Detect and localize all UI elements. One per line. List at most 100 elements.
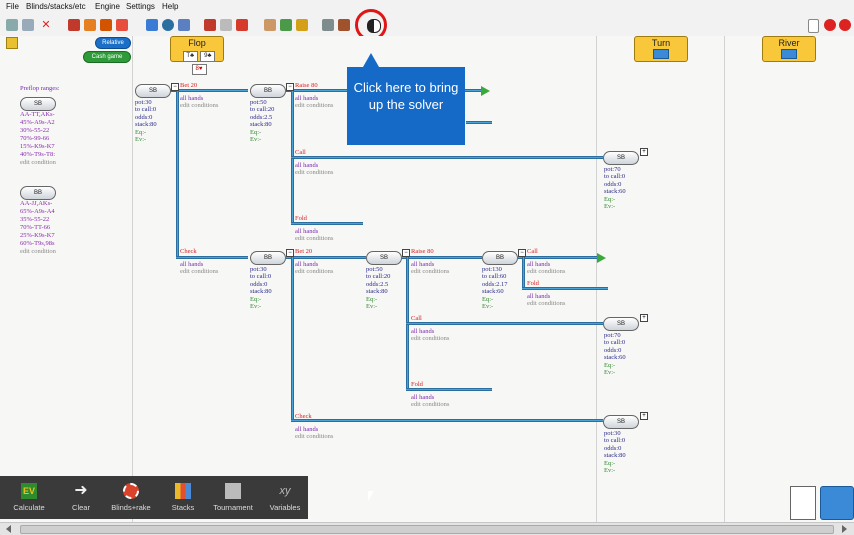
action-check[interactable]: Check: [180, 248, 197, 255]
edit-conditions-link[interactable]: edit conditions: [295, 235, 333, 242]
undo-icon[interactable]: [6, 19, 18, 31]
bb-edit-condition[interactable]: edit condition: [20, 248, 56, 256]
delete-icon[interactable]: ✕: [40, 19, 52, 31]
action-call[interactable]: Call: [411, 315, 422, 322]
edit-conditions-link[interactable]: edit conditions: [295, 169, 333, 176]
node-bb[interactable]: BB: [250, 251, 286, 265]
expand-toggle[interactable]: +: [640, 314, 648, 322]
edit-conditions-link[interactable]: edit conditions: [180, 268, 218, 275]
action-raise[interactable]: Raise 80: [411, 248, 434, 255]
node-bb[interactable]: BB: [482, 251, 518, 265]
grid-icon[interactable]: [280, 19, 292, 31]
scroll-thumb[interactable]: [20, 525, 834, 534]
solve-icon[interactable]: [84, 19, 96, 31]
node-sb[interactable]: SB: [603, 151, 639, 165]
action-bet[interactable]: Bet 20: [180, 82, 197, 89]
edit-conditions-link[interactable]: edit conditions: [411, 335, 449, 342]
action-fold[interactable]: Fold: [411, 381, 423, 388]
node-sb[interactable]: SB: [603, 317, 639, 331]
collapse-toggle[interactable]: −: [286, 83, 294, 91]
close-icon[interactable]: [839, 19, 851, 31]
node-sb[interactable]: SB: [366, 251, 402, 265]
collapse-toggle[interactable]: −: [518, 249, 526, 257]
stack-icon[interactable]: [100, 19, 112, 31]
preflop-sb-node[interactable]: SB: [20, 97, 56, 111]
blinds-rake-button[interactable]: Blinds+rake: [106, 476, 156, 519]
flop-card[interactable]: 9♣: [200, 51, 216, 62]
action-call[interactable]: Call: [295, 149, 306, 156]
scroll-left-icon[interactable]: [6, 525, 11, 533]
node-sb[interactable]: SB: [603, 415, 639, 429]
edit-conditions-link[interactable]: edit conditions: [527, 268, 565, 275]
action-fold[interactable]: Fold: [295, 215, 307, 222]
export-icon[interactable]: [116, 19, 128, 31]
arrow-left-icon[interactable]: [204, 19, 216, 31]
cash-game-button[interactable]: Cash game: [83, 51, 131, 63]
menu-blinds[interactable]: Blinds/stacks/etc: [26, 2, 86, 11]
action-bet[interactable]: Bet 20: [295, 248, 312, 255]
horizontal-scrollbar[interactable]: [0, 522, 854, 535]
stop-icon[interactable]: [824, 19, 836, 31]
copy-icon[interactable]: [322, 19, 334, 31]
turn-card-slot[interactable]: [653, 49, 669, 59]
arrow-icon[interactable]: [481, 86, 490, 96]
node-sb[interactable]: SB: [135, 84, 171, 98]
tool-icon[interactable]: [178, 19, 190, 31]
expand-toggle[interactable]: +: [640, 412, 648, 420]
arrow-right-icon[interactable]: [220, 19, 232, 31]
variables-button[interactable]: xy Variables: [260, 476, 310, 519]
menu-engine[interactable]: Engine: [95, 2, 120, 11]
menu-settings[interactable]: Settings: [126, 2, 155, 11]
action-raise[interactable]: Raise 80: [295, 82, 318, 89]
range-icon[interactable]: [264, 19, 276, 31]
edit-conditions-link[interactable]: edit conditions: [411, 268, 449, 275]
bottom-action-bar: EV Calculate ➜ Clear Blinds+rake Stacks …: [0, 476, 308, 519]
calculate-button[interactable]: EV Calculate: [4, 476, 54, 519]
calculate-label: Calculate: [13, 503, 45, 512]
flop-cards[interactable]: T♣ 9♣ 8♥: [175, 49, 223, 75]
menu-help[interactable]: Help: [162, 2, 178, 11]
tournament-button[interactable]: Tournament: [208, 476, 258, 519]
edit-conditions-link[interactable]: edit conditions: [527, 300, 565, 307]
notes-page-icon[interactable]: [790, 486, 816, 520]
chart-icon[interactable]: [146, 19, 158, 31]
import-icon[interactable]: [296, 19, 308, 31]
note-icon[interactable]: [6, 37, 18, 49]
collapse-toggle[interactable]: −: [171, 83, 179, 91]
flop-header[interactable]: Flop T♣ 9♣ 8♥: [170, 36, 224, 75]
edit-conditions-link[interactable]: edit conditions: [180, 102, 218, 109]
relative-button[interactable]: Relative: [95, 37, 131, 49]
action-check[interactable]: Check: [295, 413, 312, 420]
flop-card[interactable]: T♣: [182, 51, 198, 62]
preflop-bb-node[interactable]: BB: [20, 186, 56, 200]
edit-conditions-link[interactable]: edit conditions: [295, 433, 333, 440]
paste-icon[interactable]: [338, 19, 350, 31]
arrow-icon[interactable]: [597, 253, 606, 263]
collapse-toggle[interactable]: −: [402, 249, 410, 257]
expand-toggle[interactable]: +: [640, 148, 648, 156]
action-call[interactable]: Call: [527, 248, 538, 255]
river-card-slot[interactable]: [781, 49, 797, 59]
flop-card[interactable]: 8♥: [191, 64, 207, 75]
river-header[interactable]: River: [762, 36, 816, 62]
node-bb[interactable]: BB: [250, 84, 286, 98]
edit-conditions-link[interactable]: edit conditions: [295, 268, 333, 275]
edit-conditions-link[interactable]: edit conditions: [411, 401, 449, 408]
stacks-button[interactable]: Stacks: [158, 476, 208, 519]
node-stats: pot:50 to call:20 odds:2.5 stack:80 Eq:- Ev:-: [366, 266, 391, 311]
clear-button[interactable]: ➜ Clear: [56, 476, 106, 519]
tree-icon[interactable]: [68, 19, 80, 31]
edit-conditions-link[interactable]: edit conditions: [295, 102, 333, 109]
save-disk-icon[interactable]: [820, 486, 854, 520]
menu-file[interactable]: File: [6, 2, 19, 11]
redo-icon[interactable]: [22, 19, 34, 31]
bb-range-line: 25%-K9s-K7: [20, 232, 55, 239]
scroll-right-icon[interactable]: [842, 525, 847, 533]
collapse-toggle[interactable]: −: [286, 249, 294, 257]
turn-header[interactable]: Turn: [634, 36, 688, 62]
info-icon[interactable]: [162, 19, 174, 31]
sb-edit-condition[interactable]: edit condition: [20, 159, 56, 167]
action-fold[interactable]: Fold: [527, 280, 539, 287]
arrow-right2-icon[interactable]: [236, 19, 248, 31]
page-icon[interactable]: [808, 19, 819, 33]
